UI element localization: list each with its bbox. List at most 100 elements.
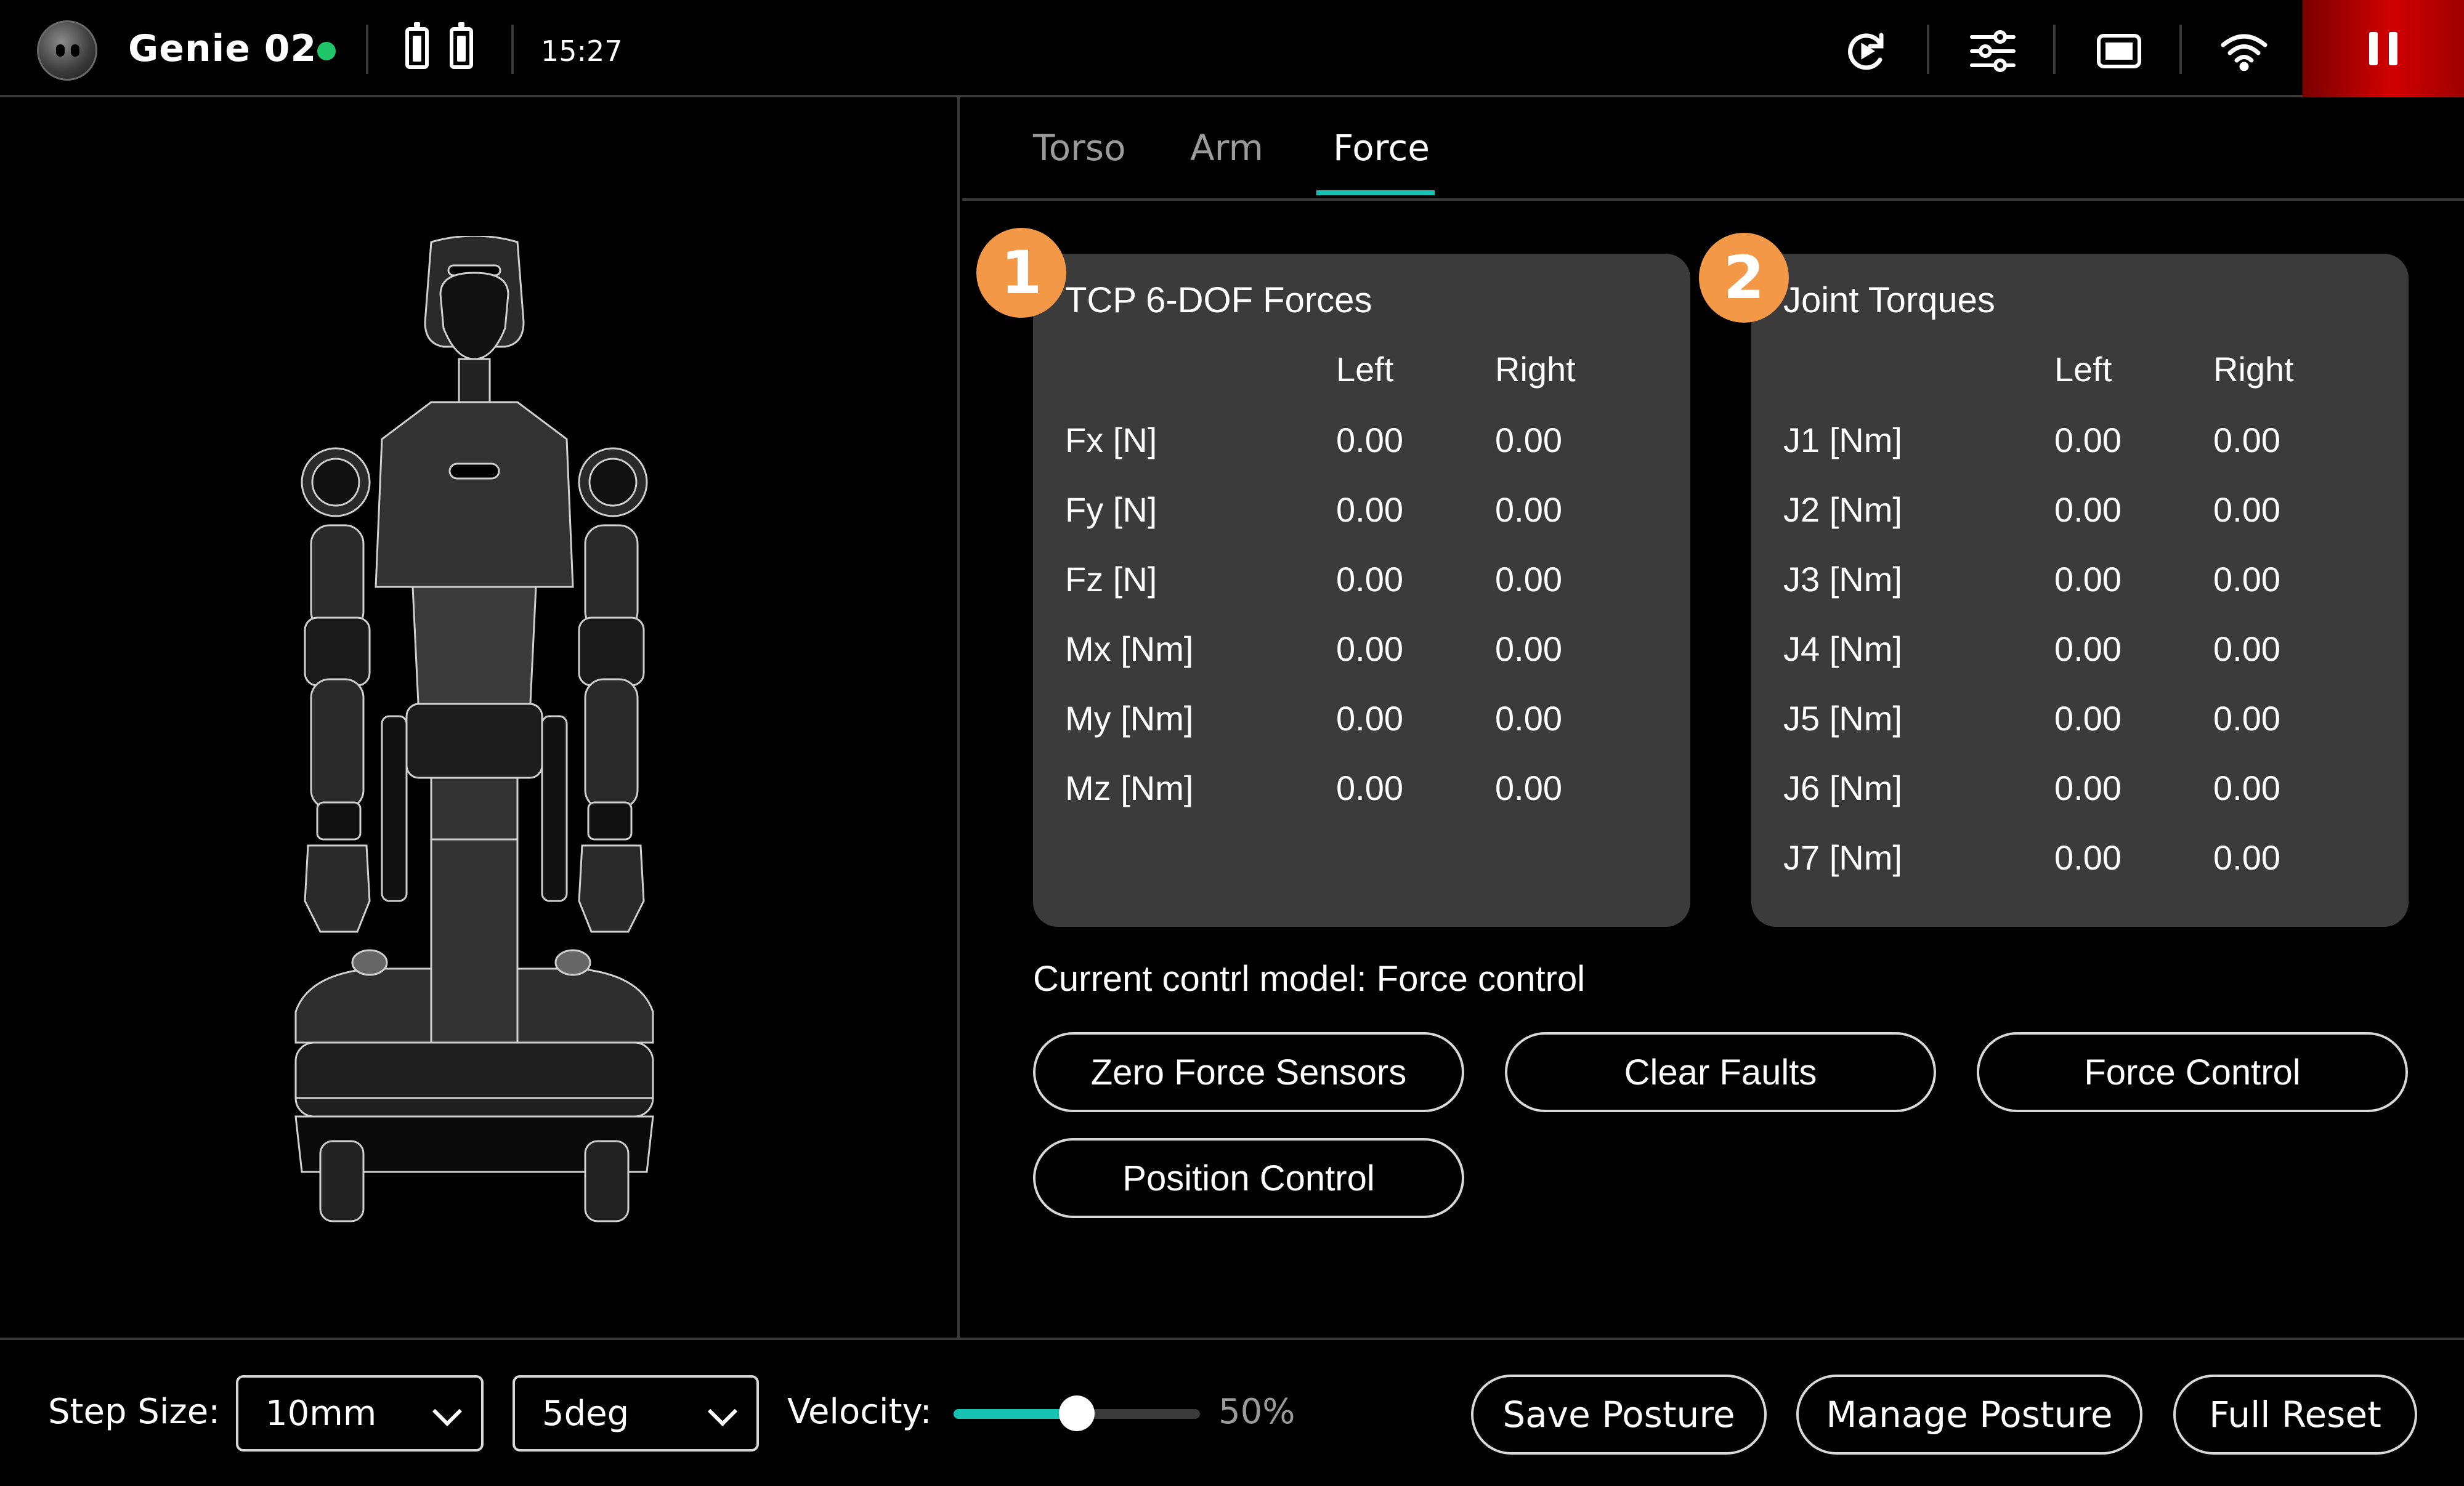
right-value: 0.00 bbox=[1495, 769, 1562, 807]
left-value: 0.00 bbox=[2054, 699, 2122, 738]
battery-right-icon bbox=[450, 22, 473, 69]
battery-left-icon bbox=[405, 22, 429, 69]
right-value: 0.00 bbox=[2213, 629, 2280, 668]
control-mode-status: Current contrl model: Force control bbox=[1033, 959, 1586, 999]
table-row: Mz [Nm] 0.00 0.00 bbox=[1033, 768, 1690, 823]
robot-model-image bbox=[294, 236, 654, 1222]
row-label: J2 [Nm] bbox=[1783, 490, 1902, 529]
wifi-icon[interactable] bbox=[2216, 23, 2272, 79]
top-bar: Genie 02 15:27 bbox=[0, 0, 2464, 97]
callout-badge: 2 bbox=[1699, 233, 1789, 323]
reset-icon[interactable] bbox=[1839, 23, 1894, 79]
right-value: 0.00 bbox=[1495, 560, 1562, 599]
robot-preview-panel bbox=[0, 97, 960, 1340]
table-row: J2 [Nm] 0.00 0.00 bbox=[1751, 490, 2409, 545]
tcp-forces-card: TCP 6-DOF Forces Left Right Fx [N] 0.00 … bbox=[1033, 254, 1690, 927]
full-reset-button[interactable]: Full Reset bbox=[2173, 1375, 2417, 1455]
position-control-button[interactable]: Position Control bbox=[1033, 1138, 1464, 1218]
left-value: 0.00 bbox=[2054, 490, 2122, 529]
zero-force-sensors-button[interactable]: Zero Force Sensors bbox=[1033, 1032, 1464, 1112]
callout-badge: 1 bbox=[976, 228, 1066, 318]
velocity-label: Velocity: bbox=[787, 1392, 932, 1432]
right-value: 0.00 bbox=[2213, 699, 2280, 738]
bottom-bar: Step Size: 10mm 5deg Velocity: 50% Save … bbox=[0, 1338, 2464, 1486]
left-value: 0.00 bbox=[2054, 629, 2122, 668]
right-value: 0.00 bbox=[2213, 769, 2280, 807]
joint-torques-card: Joint Torques Left Right J1 [Nm] 0.00 0.… bbox=[1751, 254, 2409, 927]
row-label: My [Nm] bbox=[1065, 699, 1194, 738]
left-value: 0.00 bbox=[2054, 560, 2122, 599]
row-label: J4 [Nm] bbox=[1783, 629, 1902, 668]
table-row: J1 [Nm] 0.00 0.00 bbox=[1751, 420, 2409, 475]
row-label: Fz [N] bbox=[1065, 560, 1157, 599]
left-value: 0.00 bbox=[1336, 421, 1403, 459]
table-row: Mx [Nm] 0.00 0.00 bbox=[1033, 629, 1690, 684]
tab-bar: Torso Arm Force bbox=[962, 97, 2464, 201]
velocity-slider-handle[interactable] bbox=[1059, 1395, 1095, 1431]
divider bbox=[511, 25, 514, 74]
sliders-icon[interactable] bbox=[1965, 23, 2020, 79]
card-title: TCP 6-DOF Forces bbox=[1065, 280, 1372, 320]
clear-faults-button[interactable]: Clear Faults bbox=[1505, 1032, 1936, 1112]
right-value: 0.00 bbox=[1495, 421, 1562, 459]
table-row: Fy [N] 0.00 0.00 bbox=[1033, 490, 1690, 545]
table-row: Fz [N] 0.00 0.00 bbox=[1033, 559, 1690, 615]
row-label: Mz [Nm] bbox=[1065, 769, 1194, 807]
card-title: Joint Torques bbox=[1783, 280, 1995, 320]
step-size-value: 10mm bbox=[265, 1393, 377, 1434]
force-control-button[interactable]: Force Control bbox=[1977, 1032, 2408, 1112]
row-label: J6 [Nm] bbox=[1783, 769, 1902, 807]
robot-logo-icon bbox=[37, 20, 97, 81]
column-header-right: Right bbox=[2213, 350, 2294, 389]
active-tab-indicator bbox=[1316, 190, 1435, 195]
velocity-slider[interactable] bbox=[954, 1395, 1200, 1431]
table-row: J7 [Nm] 0.00 0.00 bbox=[1751, 838, 2409, 893]
left-value: 0.00 bbox=[2054, 769, 2122, 807]
manage-posture-button[interactable]: Manage Posture bbox=[1796, 1375, 2142, 1455]
right-value: 0.00 bbox=[1495, 629, 1562, 668]
connection-status-dot bbox=[317, 42, 336, 60]
clock: 15:27 bbox=[541, 34, 623, 68]
row-label: Fx [N] bbox=[1065, 421, 1157, 459]
divider bbox=[366, 25, 368, 74]
column-header-right: Right bbox=[1495, 350, 1576, 389]
right-value: 0.00 bbox=[2213, 421, 2280, 459]
chevron-down-icon bbox=[432, 1396, 463, 1427]
right-value: 0.00 bbox=[1495, 699, 1562, 738]
row-label: Mx [Nm] bbox=[1065, 629, 1194, 668]
left-value: 0.00 bbox=[2054, 421, 2122, 459]
row-label: J3 [Nm] bbox=[1783, 560, 1902, 599]
column-header-left: Left bbox=[1336, 350, 1394, 389]
row-label: J1 [Nm] bbox=[1783, 421, 1902, 459]
divider bbox=[1927, 25, 1929, 74]
tab-force[interactable]: Force bbox=[1333, 127, 1430, 169]
right-value: 0.00 bbox=[2213, 560, 2280, 599]
step-size-dropdown[interactable]: 10mm bbox=[236, 1375, 484, 1452]
table-row: J6 [Nm] 0.00 0.00 bbox=[1751, 768, 2409, 823]
table-row: Fx [N] 0.00 0.00 bbox=[1033, 420, 1690, 475]
right-value: 0.00 bbox=[1495, 490, 1562, 529]
tab-arm[interactable]: Arm bbox=[1190, 127, 1263, 169]
left-value: 0.00 bbox=[1336, 699, 1403, 738]
row-label: J7 [Nm] bbox=[1783, 838, 1902, 877]
divider bbox=[2053, 25, 2056, 74]
tab-torso[interactable]: Torso bbox=[1033, 127, 1126, 169]
velocity-slider-fill bbox=[954, 1409, 1077, 1419]
step-size-label: Step Size: bbox=[48, 1392, 221, 1432]
pause-button[interactable] bbox=[2303, 0, 2464, 97]
table-row: J5 [Nm] 0.00 0.00 bbox=[1751, 698, 2409, 754]
save-posture-button[interactable]: Save Posture bbox=[1471, 1375, 1767, 1455]
right-value: 0.00 bbox=[2213, 838, 2280, 877]
pause-icon bbox=[2369, 32, 2378, 65]
table-row: My [Nm] 0.00 0.00 bbox=[1033, 698, 1690, 754]
left-value: 0.00 bbox=[1336, 490, 1403, 529]
angle-step-dropdown[interactable]: 5deg bbox=[513, 1375, 759, 1452]
row-label: Fy [N] bbox=[1065, 490, 1157, 529]
left-value: 0.00 bbox=[1336, 560, 1403, 599]
left-value: 0.00 bbox=[2054, 838, 2122, 877]
chevron-down-icon bbox=[707, 1396, 738, 1427]
screen-icon[interactable] bbox=[2091, 23, 2147, 79]
left-value: 0.00 bbox=[1336, 769, 1403, 807]
angle-step-value: 5deg bbox=[542, 1393, 630, 1434]
device-name: Genie 02 bbox=[128, 27, 317, 70]
